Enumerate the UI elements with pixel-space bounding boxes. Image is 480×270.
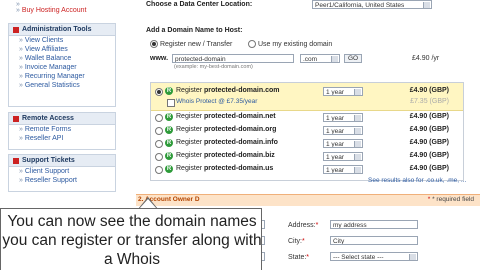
domain-name: Register protected-domain.us [176, 165, 274, 172]
domain-name: Register protected-domain.biz [176, 152, 275, 159]
term-select[interactable]: 1 year [323, 139, 363, 148]
register-icon: R [165, 113, 173, 121]
existing-option[interactable]: Use my existing domain [248, 40, 332, 48]
register-icon: R [165, 126, 173, 134]
domain-name: Register protected-domain.net [176, 113, 276, 120]
callout-text: You can now see the domain names you can… [2, 213, 262, 268]
whois-checkbox[interactable] [167, 99, 175, 107]
register-option-label: Register new / Transfer [159, 40, 233, 48]
whois-label[interactable]: Whois Protect @ £7.35/year [176, 98, 257, 105]
sidebar-item-view-affiliates[interactable]: View Affiliates [9, 45, 115, 54]
required-note: * * required field [427, 196, 474, 203]
sidebar-item-view-clients[interactable]: View Clients [9, 36, 115, 45]
term-select[interactable]: 1 year [323, 126, 363, 135]
domain-row: R Register protected-domain.info 1 year … [155, 138, 459, 150]
section-bullet-icon [13, 157, 19, 164]
sidebar-section-remote-access: Remote Access Remote Forms Reseller API [8, 112, 116, 150]
existing-radio[interactable] [248, 40, 256, 48]
state-label: State:* [288, 254, 310, 261]
term-select[interactable]: 1 year [323, 113, 363, 122]
domain-radio[interactable] [155, 127, 163, 135]
domain-results-table: R Register protected-domain.com 1 year £… [150, 82, 464, 181]
sidebar-item-reseller-support[interactable]: Reseller Support [9, 176, 115, 185]
domain-radio[interactable] [155, 114, 163, 122]
sidebar-item-reseller-api[interactable]: Reseller API [9, 134, 115, 143]
sidebar-section-title: Administration Tools [9, 24, 115, 36]
register-icon: R [165, 165, 173, 173]
domain-row: R Register protected-domain.org 1 year £… [155, 125, 459, 137]
tld-select[interactable]: .com [300, 54, 340, 63]
register-radio[interactable] [150, 40, 158, 48]
domain-radio[interactable] [155, 88, 163, 96]
whois-row: Whois Protect @ £7.35/year £7.35 (GBP) [155, 97, 459, 109]
price-per-year: £4.90 /yr [412, 55, 440, 62]
domain-price: £4.90 (GBP) [409, 113, 449, 120]
domain-radio[interactable] [155, 140, 163, 148]
tutorial-callout: You can now see the domain names you can… [0, 208, 262, 270]
register-icon: R [165, 152, 173, 160]
term-select[interactable]: 1 year [323, 165, 363, 174]
sidebar-section-administration-tools: Administration Tools View Clients View A… [8, 23, 116, 107]
step2-header: 2. Account Owner D * * required field [136, 194, 480, 206]
city-input[interactable]: City [330, 236, 418, 245]
sidebar-section-support-tickets: Support Tickets Client Support Reseller … [8, 154, 116, 192]
domain-radio[interactable] [155, 153, 163, 161]
datacenter-select[interactable]: Peer1/California, United States [312, 0, 432, 9]
www-label: www. [150, 55, 169, 62]
sidebar-section-title: Support Tickets [9, 155, 115, 167]
go-button[interactable]: GO [344, 54, 362, 63]
domain-row: R Register protected-domain.net 1 year £… [155, 112, 459, 124]
whois-price: £7.35 (GBP) [410, 98, 449, 105]
term-select[interactable]: 1 year [323, 152, 363, 161]
sidebar-item-client-support[interactable]: Client Support [9, 167, 115, 176]
address-label: Address:* [288, 222, 319, 229]
sidebar-item-general-statistics[interactable]: General Statistics [9, 81, 115, 90]
domain-price: £4.90 (GBP) [409, 152, 449, 159]
sidebar-item-wallet-balance[interactable]: Wallet Balance [9, 54, 115, 63]
domain-heading: Add a Domain Name to Host: [146, 27, 243, 34]
address-input[interactable]: my address [330, 220, 418, 229]
see-results-link[interactable]: See results also for .co.uk, .me, ... [368, 177, 466, 184]
section-bullet-icon [13, 26, 19, 33]
register-option[interactable]: Register new / Transfer [150, 40, 232, 48]
domain-name: Register protected-domain.info [176, 139, 278, 146]
sidebar-item-remote-forms[interactable]: Remote Forms [9, 125, 115, 134]
existing-option-label: Use my existing domain [257, 40, 333, 48]
sidebar-item-invoice-manager[interactable]: Invoice Manager [9, 63, 115, 72]
sidebar-section-title: Remote Access [9, 113, 115, 125]
domain-price: £4.90 (GBP) [409, 87, 449, 94]
domain-input[interactable]: protected-domain [172, 54, 294, 63]
sidebar-item-recurring-manager[interactable]: Recurring Manager [9, 72, 115, 81]
city-label: City:* [288, 238, 305, 245]
domain-name: Register protected-domain.com [176, 87, 280, 94]
domain-price: £4.90 (GBP) [409, 126, 449, 133]
datacenter-label: Choose a Data Center Location: [146, 1, 253, 8]
section-bullet-icon [13, 115, 19, 122]
domain-example: (example: my-best-domain.com) [174, 64, 253, 70]
domain-row: R Register protected-domain.us 1 year £4… [155, 164, 459, 176]
domain-price: £4.90 (GBP) [409, 165, 449, 172]
domain-radio[interactable] [155, 166, 163, 174]
sidebar-item-buy-hosting-account[interactable]: Buy Hosting Account [12, 6, 90, 15]
state-select[interactable]: --- Select state --- [330, 252, 418, 261]
domain-price: £4.90 (GBP) [409, 139, 449, 146]
register-icon: R [165, 139, 173, 147]
register-icon: R [165, 87, 173, 95]
domain-name: Register protected-domain.org [176, 126, 277, 133]
term-select[interactable]: 1 year [323, 87, 363, 96]
domain-row: R Register protected-domain.biz 1 year £… [155, 151, 459, 163]
